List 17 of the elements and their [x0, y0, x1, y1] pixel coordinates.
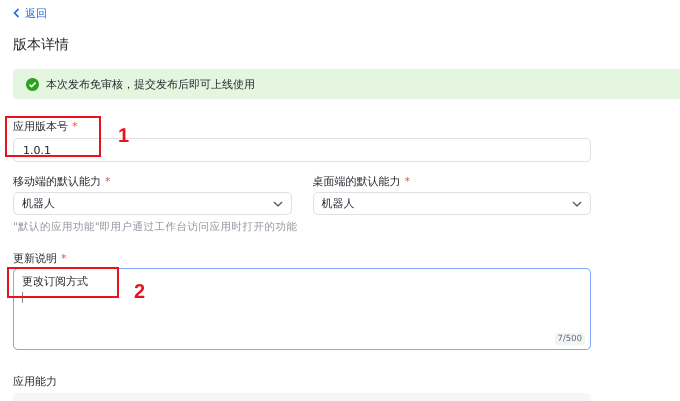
hint-text: "默认的应用功能"即用户通过工作台访问应用时打开的功能 — [13, 220, 299, 234]
required-mark: * — [404, 174, 410, 189]
back-link[interactable]: 返回 — [13, 5, 47, 21]
select-dropdown[interactable]: 机器人 — [13, 192, 292, 215]
required-mark: * — [61, 251, 66, 266]
char-counter: 7/500 — [554, 333, 585, 345]
section-label: 应用能力 — [13, 374, 58, 389]
field-label: 移动端的默认能力 — [13, 174, 101, 189]
annotation-number: 2 — [134, 281, 146, 304]
notice-text: 本次发布免审核，提交发布后即可上线使用 — [46, 76, 255, 92]
select-dropdown[interactable]: 机器人 — [312, 192, 591, 215]
required-mark: * — [72, 119, 78, 134]
field-label: 更新说明 — [13, 251, 57, 266]
field-label: 应用版本号 — [13, 119, 68, 134]
field-label: 桌面端的默认能力 — [312, 174, 400, 189]
page-title: 版本详情 — [13, 36, 70, 55]
required-mark: * — [105, 174, 110, 189]
